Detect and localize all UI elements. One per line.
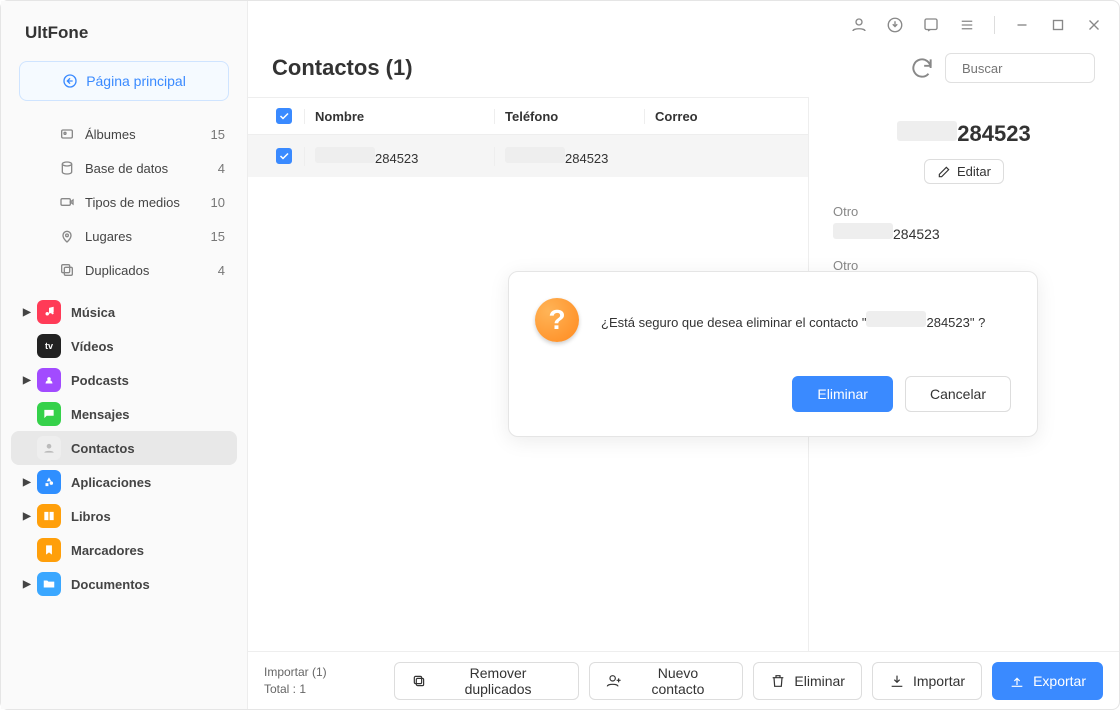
maximize-icon[interactable]	[1049, 16, 1067, 34]
table-header: Nombre Teléfono Correo	[248, 97, 808, 135]
caret-icon: ▶	[23, 477, 33, 488]
caret-icon: ▶	[23, 375, 33, 386]
sidebar-item-count: 4	[218, 263, 225, 278]
pin-icon	[59, 228, 75, 244]
folder-icon	[37, 572, 61, 596]
sidebar-item-label: Podcasts	[71, 373, 129, 388]
edit-button[interactable]: Editar	[924, 159, 1004, 184]
sidebar-item-count: 15	[211, 127, 225, 142]
sidebar-item-label: Documentos	[71, 577, 150, 592]
sidebar-item-places[interactable]: Lugares 15	[11, 219, 237, 253]
sidebar-item-label: Contactos	[71, 441, 135, 456]
close-icon[interactable]	[1085, 16, 1103, 34]
caret-icon: ▶	[23, 307, 33, 318]
sidebar-item-label: Álbumes	[85, 127, 136, 142]
row-phone: 284523	[494, 147, 644, 166]
bookmark-icon	[37, 538, 61, 562]
select-all-checkbox[interactable]	[276, 108, 292, 124]
remove-duplicates-button[interactable]: Remover duplicados	[394, 662, 579, 700]
back-arrow-icon	[62, 73, 78, 89]
sidebar-item-duplicates[interactable]: Duplicados 4	[11, 253, 237, 287]
app-brand: UltFone	[1, 1, 247, 53]
export-button[interactable]: Exportar	[992, 662, 1103, 700]
menu-icon[interactable]	[958, 16, 976, 34]
col-mail: Correo	[644, 109, 808, 124]
refresh-button[interactable]	[909, 55, 935, 81]
home-button-label: Página principal	[86, 73, 186, 89]
home-button[interactable]: Página principal	[19, 61, 229, 101]
tv-icon: tv	[37, 334, 61, 358]
sidebar-item-albums[interactable]: Álbumes 15	[11, 117, 237, 151]
import-button[interactable]: Importar	[872, 662, 982, 700]
sidebar-item-count: 15	[211, 229, 225, 244]
caret-icon: ▶	[23, 511, 33, 522]
page-title: Contactos (1)	[272, 55, 909, 81]
sidebar-item-count: 10	[211, 195, 225, 210]
download-icon[interactable]	[886, 16, 904, 34]
row-checkbox[interactable]	[276, 148, 292, 164]
sidebar-item-music[interactable]: ▶ Música	[11, 295, 237, 329]
dialog-delete-button[interactable]: Eliminar	[792, 376, 893, 412]
sidebar-item-messages[interactable]: Mensajes	[11, 397, 237, 431]
col-name: Nombre	[304, 109, 494, 124]
contacts-icon	[37, 436, 61, 460]
sidebar-item-bookmarks[interactable]: Marcadores	[11, 533, 237, 567]
sidebar-item-podcasts[interactable]: ▶ Podcasts	[11, 363, 237, 397]
field-value: 284523	[833, 223, 1095, 242]
database-icon	[59, 160, 75, 176]
books-icon	[37, 504, 61, 528]
new-contact-button[interactable]: Nuevo contacto	[589, 662, 744, 700]
dialog-message: ¿Está seguro que desea eliminar el conta…	[601, 311, 985, 330]
edit-button-label: Editar	[957, 164, 991, 179]
table-row[interactable]: 284523 284523	[248, 135, 808, 177]
album-icon	[59, 126, 75, 142]
download-icon	[889, 673, 905, 689]
messages-icon	[37, 402, 61, 426]
music-icon	[37, 300, 61, 324]
sidebar-item-label: Vídeos	[71, 339, 114, 354]
apps-icon	[37, 470, 61, 494]
delete-button[interactable]: Eliminar	[753, 662, 862, 700]
upload-icon	[1009, 673, 1025, 689]
sidebar-item-database[interactable]: Base de datos 4	[11, 151, 237, 185]
import-status: Importar (1) Total : 1	[264, 664, 374, 698]
account-icon[interactable]	[850, 16, 868, 34]
detail-title: 284523	[833, 121, 1095, 147]
sidebar-item-books[interactable]: ▶ Libros	[11, 499, 237, 533]
sidebar-item-media-types[interactable]: Tipos de medios 10	[11, 185, 237, 219]
col-phone: Teléfono	[494, 109, 644, 124]
dialog-cancel-button[interactable]: Cancelar	[905, 376, 1011, 412]
sidebar-item-label: Lugares	[85, 229, 132, 244]
question-icon: ?	[535, 298, 579, 342]
sidebar-item-label: Base de datos	[85, 161, 168, 176]
duplicate-icon	[411, 673, 427, 689]
sidebar-item-contacts[interactable]: Contactos	[11, 431, 237, 465]
sidebar-item-count: 4	[218, 161, 225, 176]
search-input[interactable]	[962, 61, 1120, 76]
sidebar-item-label: Tipos de medios	[85, 195, 180, 210]
sidebar-item-label: Aplicaciones	[71, 475, 151, 490]
sidebar-item-documents[interactable]: ▶ Documentos	[11, 567, 237, 601]
sidebar-item-label: Marcadores	[71, 543, 144, 558]
media-icon	[59, 194, 75, 210]
titlebar-divider	[994, 16, 995, 34]
trash-icon	[770, 673, 786, 689]
caret-icon: ▶	[23, 579, 33, 590]
duplicate-icon	[59, 262, 75, 278]
confirm-dialog: ? ¿Está seguro que desea eliminar el con…	[508, 271, 1038, 437]
row-name: 284523	[304, 147, 494, 166]
podcast-icon	[37, 368, 61, 392]
sidebar-item-label: Mensajes	[71, 407, 130, 422]
field-label: Otro	[833, 204, 1095, 219]
sidebar-item-label: Duplicados	[85, 263, 149, 278]
sidebar-item-label: Libros	[71, 509, 111, 524]
sidebar-item-apps[interactable]: ▶ Aplicaciones	[11, 465, 237, 499]
sidebar-item-videos[interactable]: tv Vídeos	[11, 329, 237, 363]
edit-icon	[937, 165, 951, 179]
feedback-icon[interactable]	[922, 16, 940, 34]
minimize-icon[interactable]	[1013, 16, 1031, 34]
person-add-icon	[606, 673, 622, 689]
sidebar-item-label: Música	[71, 305, 115, 320]
search-input-wrapper[interactable]	[945, 53, 1095, 83]
